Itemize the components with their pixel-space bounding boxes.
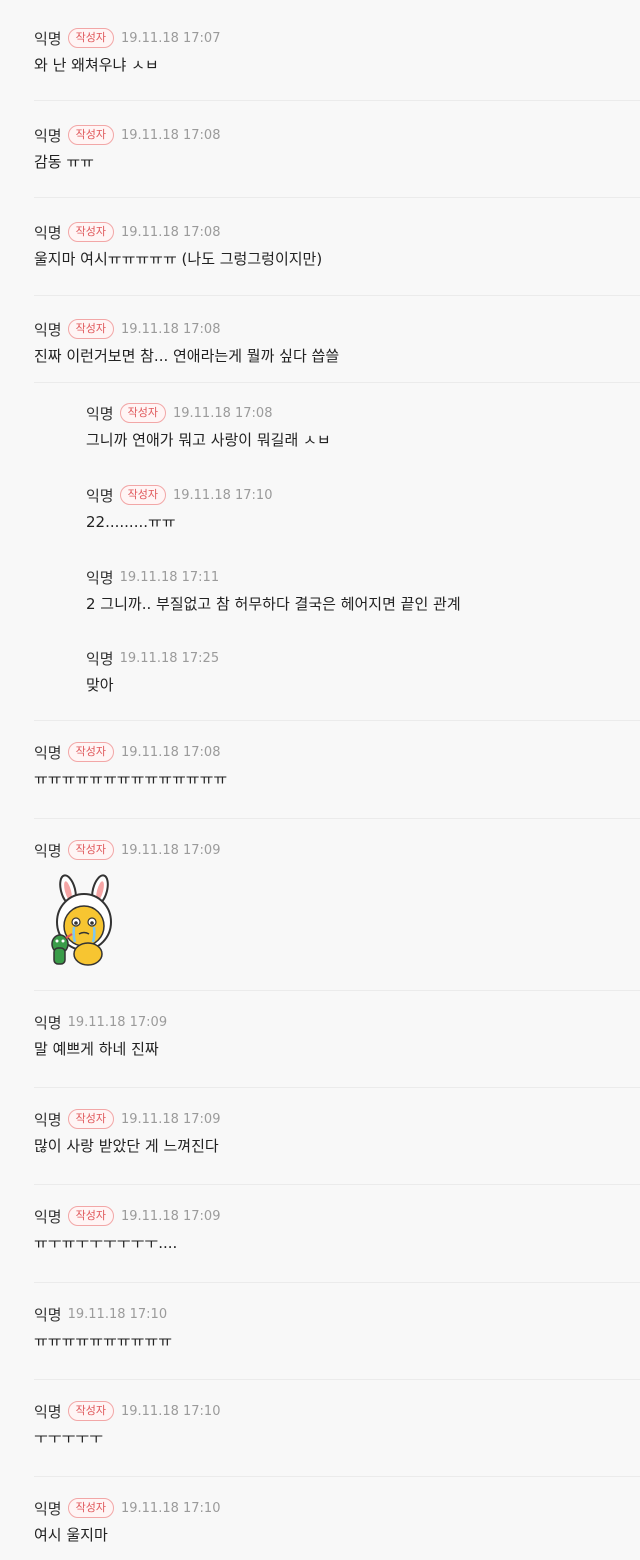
author-name: 익명 [86,486,114,505]
comment-divider [34,1087,640,1088]
comment-text: 22.........ㅠㅠ [86,513,176,531]
comment-timestamp: 19.11.18 17:09 [120,1208,221,1224]
comment-text: 여시 울지마 [34,1526,108,1544]
author-badge: 작성자 [67,319,114,339]
comment-timestamp: 19.11.18 17:08 [120,744,221,760]
author-name: 익명 [86,568,114,587]
author-badge: 작성자 [67,742,114,762]
comment-text: 진짜 이런거보면 참... 연애라는게 뭘까 싶다 씁쓸 [34,347,340,365]
comment-divider [34,1476,640,1477]
author-name: 익명 [34,1402,62,1421]
comment-meta: 익명 작성자 19.11.18 17:08 [34,220,220,244]
comment-timestamp: 19.11.18 17:07 [120,30,221,46]
author-badge: 작성자 [67,1401,114,1421]
comment-meta: 익명 작성자 19.11.18 17:10 [34,1399,220,1423]
author-name: 익명 [34,743,62,762]
comment-meta: 익명 작성자 19.11.18 17:08 [86,401,272,425]
comment-text: 와 난 왜쳐우냐 ㅅㅂ [34,56,159,74]
comment-divider [34,1282,640,1283]
comment-timestamp: 19.11.18 17:25 [119,650,220,666]
comment-text: 많이 사랑 받았단 게 느껴진다 [34,1137,219,1155]
comment-meta: 익명 작성자 19.11.18 17:10 [86,483,272,507]
comment-text: 말 예쁘게 하네 진짜 [34,1040,159,1058]
comment-meta: 익명 작성자 19.11.18 17:08 [34,317,220,341]
comment-text: ㅠㅜㅠㅜㅜㅜㅜㅜㅜ.... [34,1234,178,1252]
comment-divider [34,720,640,721]
author-name: 익명 [34,1110,62,1129]
author-name: 익명 [34,1305,62,1324]
author-name: 익명 [34,223,62,242]
comment-meta: 익명 19.11.18 17:10 [34,1302,167,1326]
comment-divider [34,990,640,991]
comment-meta: 익명 작성자 19.11.18 17:08 [34,740,220,764]
author-badge: 작성자 [119,485,166,505]
comment-divider [34,295,640,296]
comment-timestamp: 19.11.18 17:11 [119,569,220,585]
author-badge: 작성자 [67,222,114,242]
author-badge: 작성자 [67,1206,114,1226]
crying-lion-bunny-sticker [51,874,112,966]
comment-text: 감동 ㅠㅠ [34,153,94,171]
comment-timestamp: 19.11.18 17:09 [120,1111,221,1127]
comment-meta: 익명 작성자 19.11.18 17:10 [34,1496,220,1520]
comment-divider [34,100,640,101]
author-name: 익명 [34,1013,62,1032]
author-name: 익명 [34,1207,62,1226]
author-badge: 작성자 [119,403,166,423]
author-name: 익명 [86,404,114,423]
comment-text: 울지마 여시ㅠㅠㅠㅠㅠ (나도 그렁그렁이지만) [34,250,323,268]
comment-timestamp: 19.11.18 17:08 [120,321,221,337]
comment-meta: 익명 19.11.18 17:11 [86,565,219,589]
comment-timestamp: 19.11.18 17:09 [120,842,221,858]
author-name: 익명 [34,29,62,48]
comment-divider [34,197,640,198]
author-badge: 작성자 [67,28,114,48]
comment-text: ㅜㅜㅜㅜㅜ [34,1429,104,1447]
author-name: 익명 [86,649,114,668]
comment-meta: 익명 작성자 19.11.18 17:09 [34,1204,220,1228]
comment-divider [34,382,640,383]
comment-text: ㅠㅠㅠㅠㅠㅠㅠㅠㅠㅠ [34,1332,173,1350]
author-badge: 작성자 [67,1109,114,1129]
author-name: 익명 [34,841,62,860]
comment-meta: 익명 작성자 19.11.18 17:09 [34,1107,220,1131]
comment-timestamp: 19.11.18 17:09 [67,1014,168,1030]
comment-timestamp: 19.11.18 17:10 [120,1403,221,1419]
author-name: 익명 [34,320,62,339]
comment-timestamp: 19.11.18 17:10 [67,1306,168,1322]
comment-divider [34,818,640,819]
comment-timestamp: 19.11.18 17:08 [120,127,221,143]
comment-meta: 익명 작성자 19.11.18 17:07 [34,26,220,50]
comment-text: ㅠㅠㅠㅠㅠㅠㅠㅠㅠㅠㅠㅠㅠㅠ [34,770,228,788]
comment-divider [34,1184,640,1185]
comment-text: 맞아 [86,676,114,694]
author-badge: 작성자 [67,840,114,860]
comment-timestamp: 19.11.18 17:08 [172,405,273,421]
comment-meta: 익명 작성자 19.11.18 17:09 [34,838,220,862]
comment-timestamp: 19.11.18 17:10 [172,487,273,503]
author-badge: 작성자 [67,1498,114,1518]
comment-timestamp: 19.11.18 17:08 [120,224,221,240]
author-badge: 작성자 [67,125,114,145]
comment-timestamp: 19.11.18 17:10 [120,1500,221,1516]
comment-text: 2 그니까.. 부질없고 참 허무하다 결국은 헤어지면 끝인 관계 [86,595,461,613]
author-name: 익명 [34,1499,62,1518]
comment-divider [34,1379,640,1380]
comment-meta: 익명 19.11.18 17:09 [34,1010,167,1034]
author-name: 익명 [34,126,62,145]
comment-text: 그니까 연애가 뭐고 사랑이 뭐길래 ㅅㅂ [86,431,331,449]
comment-meta: 익명 19.11.18 17:25 [86,646,219,670]
comment-meta: 익명 작성자 19.11.18 17:08 [34,123,220,147]
